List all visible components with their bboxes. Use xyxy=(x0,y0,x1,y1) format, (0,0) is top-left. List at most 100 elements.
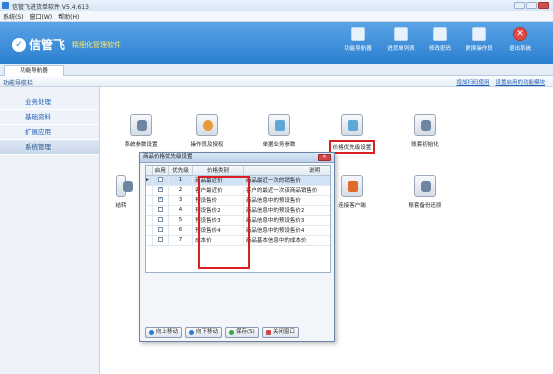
document-settings-icon xyxy=(268,114,290,136)
menu-window[interactable]: 窗口(W) xyxy=(30,12,53,21)
description-cell: 客户的最近一次该商品销售价 xyxy=(243,185,330,196)
slogan: 精细化管理软件 xyxy=(72,40,122,49)
window-title: 信管飞进货单软件 V5.4.613 xyxy=(12,4,89,11)
user-swap-icon xyxy=(472,27,486,41)
table-row[interactable]: 7 成本价 商品基本信息中的成本价 xyxy=(146,235,330,246)
function-navigator-label: 功能导航器 xyxy=(344,46,372,52)
move-up-button[interactable]: 向上移动 xyxy=(145,327,183,338)
user-icon xyxy=(196,114,218,136)
order-list-button[interactable]: 进货单列表 xyxy=(383,27,419,52)
check-icon xyxy=(229,330,235,335)
change-password-button[interactable]: 修改密码 xyxy=(422,27,458,52)
switch-operator-label: 更换操作员 xyxy=(465,46,493,52)
priority-cell: 7 xyxy=(168,235,194,246)
close-window-button[interactable] xyxy=(538,2,549,9)
module-label: 操作员及授权 xyxy=(190,142,224,148)
dialog-title: 商品价格优先级设置 xyxy=(143,154,193,160)
save-label: 保存(S) xyxy=(236,329,255,335)
module-operators[interactable]: 操作员及授权 xyxy=(177,114,237,148)
sidebar-item-system-management[interactable]: 系统管理 xyxy=(0,140,99,155)
switch-operator-button[interactable]: 更换操作员 xyxy=(461,27,497,52)
sidebar-item-extensions[interactable]: 扩展应用 xyxy=(0,125,99,140)
price-priority-dialog: 商品价格优先级设置 ✕ 启用 优先级 价格类别 说明 ▸ 1 商品最近价 商品最… xyxy=(139,152,335,342)
module-label: 单据业务参数 xyxy=(262,142,296,148)
window-controls xyxy=(514,2,549,9)
function-navbar: 功能导航栏 增加扫码使用 设置启用的功能模块 xyxy=(0,76,553,87)
close-dialog-button[interactable]: 关闭窗口 xyxy=(261,327,299,338)
database-init-icon xyxy=(414,114,436,136)
minimize-button[interactable] xyxy=(514,2,525,9)
scan-code-link[interactable]: 增加扫码使用 xyxy=(456,78,489,86)
module-document-params[interactable]: 单据业务参数 xyxy=(249,114,309,148)
price-type-cell: 预设售价3 xyxy=(192,215,244,226)
backup-icon xyxy=(414,175,436,197)
maximize-button[interactable] xyxy=(526,2,537,9)
carry-forward-icon xyxy=(116,175,133,197)
priority-cell: 6 xyxy=(168,225,194,236)
column-priority[interactable]: 优先级 xyxy=(168,166,194,176)
enable-checkbox[interactable]: ✓ xyxy=(157,187,163,192)
column-description[interactable]: 说明 xyxy=(243,166,330,176)
monitor-icon xyxy=(351,27,365,41)
module-label: 价格优先级设置 xyxy=(328,140,376,154)
enable-checkbox[interactable] xyxy=(157,227,163,232)
enable-checkbox[interactable] xyxy=(157,217,163,222)
enable-checkbox[interactable] xyxy=(157,207,163,212)
column-enabled[interactable]: 启用 xyxy=(152,166,169,176)
logo-text: 信管飞 xyxy=(29,38,66,52)
priority-cell: 3 xyxy=(168,195,194,206)
table-row[interactable]: ✓ 3 预设售价 商品信息中的预设售价 xyxy=(146,195,330,206)
module-backup-restore[interactable]: 账套备份还原 xyxy=(395,175,455,209)
price-type-cell: 成本价 xyxy=(192,235,244,246)
network-icon xyxy=(341,175,363,197)
enable-checkbox[interactable]: ✓ xyxy=(157,197,163,202)
list-icon xyxy=(394,27,408,41)
priority-cell: 2 xyxy=(168,185,194,196)
enable-checkbox[interactable] xyxy=(157,177,163,182)
module-carry-forward[interactable]: 结转 xyxy=(110,175,133,209)
table-row[interactable]: 5 预设售价3 商品信息中的预设售价3 xyxy=(146,215,330,226)
table-row[interactable]: ▸ 1 商品最近价 商品最近一次的销售价 xyxy=(146,175,330,186)
table-row[interactable]: 6 预设售价4 商品信息中的预设售价4 xyxy=(146,225,330,236)
exit-icon: ✕ xyxy=(513,27,527,41)
move-down-label: 向下移动 xyxy=(196,329,219,335)
column-price-type[interactable]: 价格类别 xyxy=(192,166,244,176)
exit-system-button[interactable]: ✕ 退出系统 xyxy=(502,27,538,52)
menu-system[interactable]: 系统(S) xyxy=(3,12,24,21)
table-row[interactable]: ✓ 2 客户最近价 客户的最近一次该商品销售价 xyxy=(146,185,330,196)
arrow-down-icon xyxy=(189,330,195,335)
header-banner: ✓ 信管飞 精细化管理软件 功能导航器 进货单列表 修改密码 更换操作员 ✕ 退… xyxy=(0,22,553,64)
price-type-cell: 客户最近价 xyxy=(192,185,244,196)
function-navigator-button[interactable]: 功能导航器 xyxy=(340,27,376,52)
dialog-button-row: 向上移动 向下移动 保存(S) 关闭窗口 xyxy=(145,327,299,338)
menu-help[interactable]: 帮助(H) xyxy=(58,12,79,21)
module-price-priority[interactable]: 价格优先级设置 xyxy=(322,114,382,154)
arrow-up-icon xyxy=(149,330,154,335)
priority-cell: 1 xyxy=(168,175,194,186)
sidebar-item-basic-data[interactable]: 基础资料 xyxy=(0,110,99,125)
save-button[interactable]: 保存(S) xyxy=(225,327,259,338)
enabled-modules-link[interactable]: 设置启用的功能模块 xyxy=(495,78,545,86)
tab-strip: 功能导航器 xyxy=(0,64,553,76)
price-type-cell: 预设售价2 xyxy=(192,205,244,216)
dialog-title-bar: 商品价格优先级设置 ✕ xyxy=(140,153,334,163)
exit-system-label: 退出系统 xyxy=(508,46,531,52)
priority-cell: 5 xyxy=(168,215,194,226)
navbar-links: 增加扫码使用 设置启用的功能模块 xyxy=(456,78,545,86)
enable-checkbox[interactable] xyxy=(157,237,163,242)
logo: ✓ 信管飞 精细化管理软件 xyxy=(12,36,121,53)
module-label: 连接客户端 xyxy=(338,203,366,209)
database-icon xyxy=(130,114,152,136)
move-up-label: 向上移动 xyxy=(156,329,179,335)
app-icon xyxy=(2,2,9,9)
table-row[interactable]: 4 预设售价2 商品信息中的预设售价2 xyxy=(146,205,330,216)
sidebar-item-business[interactable]: 业务处理 xyxy=(0,95,99,110)
module-label: 结转 xyxy=(115,203,127,209)
move-down-button[interactable]: 向下移动 xyxy=(185,327,223,338)
description-cell: 商品信息中的预设售价3 xyxy=(243,215,330,226)
dialog-close-button[interactable]: ✕ xyxy=(318,154,331,161)
module-system-params[interactable]: 系统参数设置 xyxy=(111,114,171,148)
module-account-init[interactable]: 账套初始化 xyxy=(395,114,455,148)
tab-function-navigator[interactable]: 功能导航器 xyxy=(4,65,64,76)
navbar-title: 功能导航栏 xyxy=(3,80,34,87)
